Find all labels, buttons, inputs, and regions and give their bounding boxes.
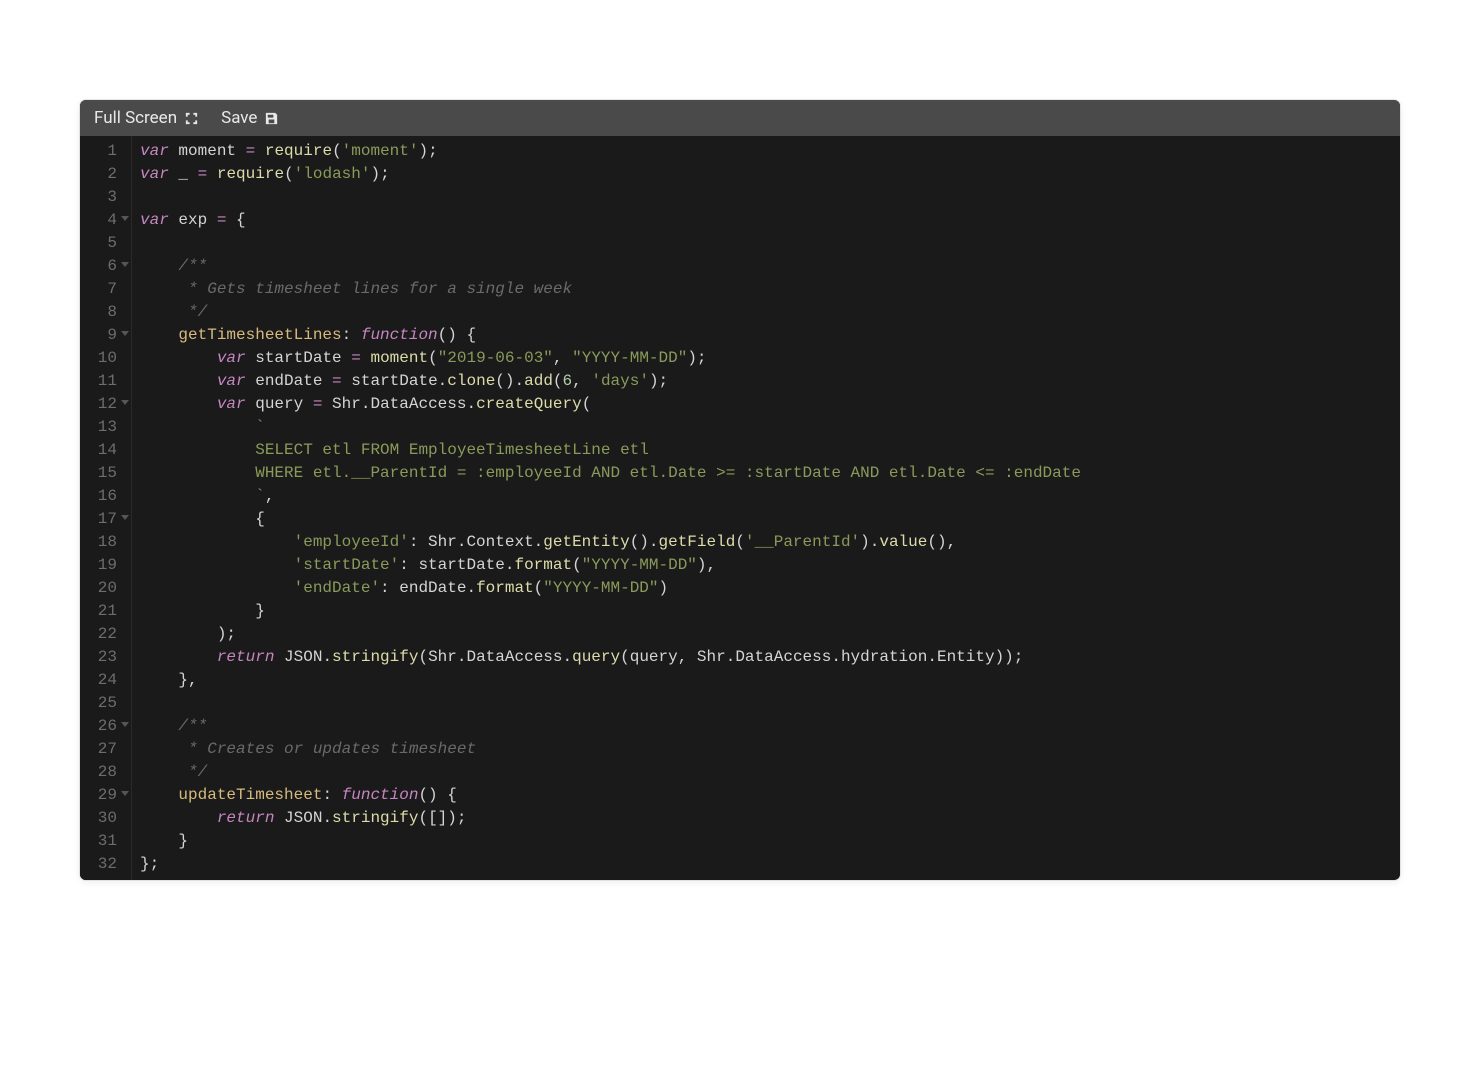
gutter-line: 3	[80, 186, 131, 209]
gutter-line: 25	[80, 692, 131, 715]
gutter-line: 30	[80, 807, 131, 830]
fold-caret-icon[interactable]	[121, 331, 129, 336]
fold-caret-icon[interactable]	[121, 791, 129, 796]
fold-caret-icon[interactable]	[121, 722, 129, 727]
code-line[interactable]: var moment = require('moment');	[140, 140, 1400, 163]
gutter-line: 10	[80, 347, 131, 370]
code-line[interactable]	[140, 186, 1400, 209]
code-line[interactable]	[140, 692, 1400, 715]
code-line[interactable]: var exp = {	[140, 209, 1400, 232]
gutter-line: 23	[80, 646, 131, 669]
save-label: Save	[221, 108, 257, 128]
editor-body[interactable]: 1234567891011121314151617181920212223242…	[80, 136, 1400, 880]
code-line[interactable]: WHERE etl.__ParentId = :employeeId AND e…	[140, 462, 1400, 485]
code-line[interactable]: */	[140, 761, 1400, 784]
gutter-line: 20	[80, 577, 131, 600]
save-button[interactable]: Save	[221, 108, 279, 128]
code-line[interactable]: getTimesheetLines: function() {	[140, 324, 1400, 347]
code-line[interactable]: 'employeeId': Shr.Context.getEntity().ge…	[140, 531, 1400, 554]
code-area[interactable]: var moment = require('moment');var _ = r…	[132, 136, 1400, 880]
code-line[interactable]: return JSON.stringify(Shr.DataAccess.que…	[140, 646, 1400, 669]
code-line[interactable]	[140, 232, 1400, 255]
gutter-line: 6	[80, 255, 131, 278]
fold-caret-icon[interactable]	[121, 262, 129, 267]
gutter-line: 1	[80, 140, 131, 163]
code-line[interactable]: }	[140, 600, 1400, 623]
code-line[interactable]: var query = Shr.DataAccess.createQuery(	[140, 393, 1400, 416]
code-line[interactable]: 'endDate': endDate.format("YYYY-MM-DD")	[140, 577, 1400, 600]
code-line[interactable]: 'startDate': startDate.format("YYYY-MM-D…	[140, 554, 1400, 577]
expand-icon	[184, 111, 199, 126]
save-icon	[264, 111, 279, 126]
code-line[interactable]: /**	[140, 715, 1400, 738]
code-line[interactable]: }	[140, 830, 1400, 853]
gutter-line: 27	[80, 738, 131, 761]
code-line[interactable]: `,	[140, 485, 1400, 508]
code-line[interactable]: `	[140, 416, 1400, 439]
code-line[interactable]: /**	[140, 255, 1400, 278]
code-line[interactable]: * Creates or updates timesheet	[140, 738, 1400, 761]
fold-caret-icon[interactable]	[121, 216, 129, 221]
gutter-line: 14	[80, 439, 131, 462]
gutter-line: 9	[80, 324, 131, 347]
gutter-line: 12	[80, 393, 131, 416]
code-editor-container: Full Screen Save 12345678910111213141516…	[80, 100, 1400, 880]
gutter-line: 17	[80, 508, 131, 531]
gutter-line: 26	[80, 715, 131, 738]
line-gutter: 1234567891011121314151617181920212223242…	[80, 136, 132, 880]
code-line[interactable]: {	[140, 508, 1400, 531]
full-screen-label: Full Screen	[94, 108, 177, 128]
code-line[interactable]: SELECT etl FROM EmployeeTimesheetLine et…	[140, 439, 1400, 462]
full-screen-button[interactable]: Full Screen	[94, 108, 199, 128]
gutter-line: 8	[80, 301, 131, 324]
gutter-line: 7	[80, 278, 131, 301]
gutter-line: 32	[80, 853, 131, 876]
gutter-line: 29	[80, 784, 131, 807]
fold-caret-icon[interactable]	[121, 515, 129, 520]
gutter-line: 2	[80, 163, 131, 186]
code-line[interactable]: },	[140, 669, 1400, 692]
code-line[interactable]: * Gets timesheet lines for a single week	[140, 278, 1400, 301]
gutter-line: 28	[80, 761, 131, 784]
fold-caret-icon[interactable]	[121, 400, 129, 405]
gutter-line: 31	[80, 830, 131, 853]
gutter-line: 15	[80, 462, 131, 485]
code-line[interactable]: return JSON.stringify([]);	[140, 807, 1400, 830]
code-line[interactable]: var endDate = startDate.clone().add(6, '…	[140, 370, 1400, 393]
code-line[interactable]: var _ = require('lodash');	[140, 163, 1400, 186]
gutter-line: 22	[80, 623, 131, 646]
gutter-line: 13	[80, 416, 131, 439]
code-line[interactable]: };	[140, 853, 1400, 876]
code-line[interactable]: */	[140, 301, 1400, 324]
gutter-line: 21	[80, 600, 131, 623]
editor-toolbar: Full Screen Save	[80, 100, 1400, 136]
gutter-line: 4	[80, 209, 131, 232]
code-line[interactable]: var startDate = moment("2019-06-03", "YY…	[140, 347, 1400, 370]
gutter-line: 11	[80, 370, 131, 393]
gutter-line: 19	[80, 554, 131, 577]
code-line[interactable]: );	[140, 623, 1400, 646]
gutter-line: 24	[80, 669, 131, 692]
gutter-line: 5	[80, 232, 131, 255]
gutter-line: 18	[80, 531, 131, 554]
gutter-line: 16	[80, 485, 131, 508]
code-line[interactable]: updateTimesheet: function() {	[140, 784, 1400, 807]
